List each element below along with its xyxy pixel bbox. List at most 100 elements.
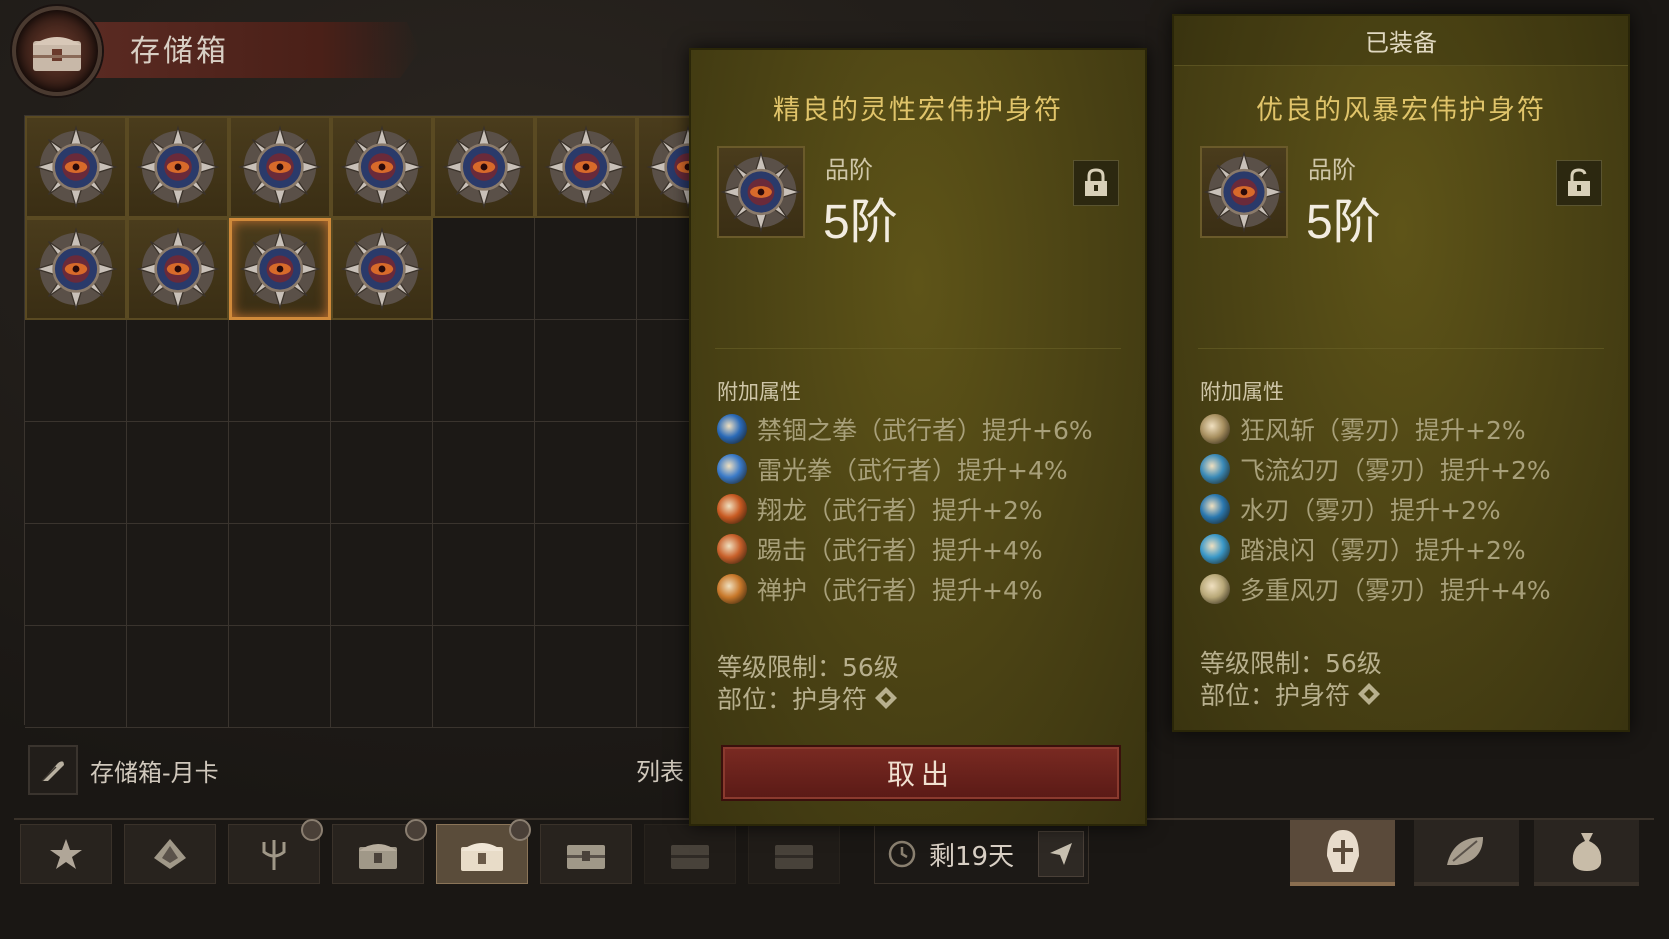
storage-slot[interactable] (433, 422, 535, 524)
gem-icon (154, 839, 186, 869)
storage-slot[interactable] (127, 116, 229, 218)
storage-slot[interactable] (433, 524, 535, 626)
tab-chest-4[interactable] (540, 824, 632, 884)
lock-icon (1085, 168, 1107, 196)
section-title: 附加属性 (1200, 380, 1284, 404)
storage-slot[interactable] (229, 524, 331, 626)
storage-slot[interactable] (535, 218, 637, 320)
tab-materials[interactable] (1414, 820, 1519, 886)
storage-slot[interactable] (331, 116, 433, 218)
grade-value: 5阶 (823, 196, 898, 249)
tab-gems[interactable] (124, 824, 216, 884)
storage-slot[interactable] (127, 626, 229, 728)
storage-slot[interactable] (433, 320, 535, 422)
tab-chest-active[interactable] (436, 819, 531, 884)
list-view-button[interactable]: 列表 (636, 752, 684, 787)
storage-slot[interactable] (433, 218, 535, 320)
send-button[interactable] (1038, 831, 1084, 877)
attribute-row: 雷光拳（武行者）提升+4% (717, 452, 1068, 486)
storage-header: 存储箱 (12, 6, 432, 96)
storage-slot[interactable] (331, 626, 433, 728)
item-icon-frame (1200, 146, 1288, 238)
flow-blade-icon (1200, 454, 1230, 484)
tab-chest-locked-1[interactable] (644, 824, 736, 884)
storage-slot[interactable] (331, 320, 433, 422)
level-requirement: 等级限制：56级 (1200, 649, 1382, 678)
storage-slot[interactable] (25, 422, 127, 524)
amulet-icon (239, 228, 321, 310)
divider (1198, 348, 1604, 349)
storage-slot[interactable] (229, 422, 331, 524)
storage-slot[interactable] (127, 218, 229, 320)
lock-button[interactable] (1073, 160, 1119, 206)
attribute-row: 踏浪闪（雾刃）提升+2% (1200, 532, 1526, 566)
storage-slot[interactable] (229, 116, 331, 218)
amulet-icon (340, 125, 424, 209)
lightning-fist-icon (717, 454, 747, 484)
tab-chest-locked-2[interactable] (748, 824, 840, 884)
attribute-row: 禁锢之拳（武行者）提升+6% (717, 412, 1093, 446)
storage-slot[interactable] (25, 218, 127, 320)
storage-grid (24, 115, 739, 728)
attribute-text: 多重风刃（雾刃）提升+4% (1240, 576, 1551, 605)
amulet-slot-icon (875, 687, 898, 709)
bag-icon (1572, 833, 1601, 871)
equipped-header: 已装备 (1174, 16, 1628, 66)
amulet-icon (442, 125, 526, 209)
tab-chest-2[interactable] (332, 819, 427, 884)
storage-slot[interactable] (229, 626, 331, 728)
clock-icon (509, 819, 531, 841)
storage-slot[interactable] (535, 422, 637, 524)
storage-slot[interactable] (25, 320, 127, 422)
storage-slot[interactable] (433, 116, 535, 218)
slot-info: 部位：护身符 (717, 680, 899, 716)
tab-bag[interactable] (1534, 820, 1639, 886)
storage-slot[interactable] (433, 626, 535, 728)
storage-slot[interactable] (127, 524, 229, 626)
storage-slot[interactable] (25, 524, 127, 626)
attribute-text: 禁锢之拳（武行者）提升+6% (757, 416, 1093, 445)
storage-slot[interactable] (331, 524, 433, 626)
storage-slot[interactable] (25, 116, 127, 218)
amulet-icon (34, 227, 118, 311)
equipped-item-name: 优良的风暴宏伟护身符 (1256, 95, 1546, 126)
storage-footer: 存储箱-月卡 (28, 745, 219, 795)
chest-icon (567, 845, 605, 869)
amulet-icon (340, 227, 424, 311)
grade-value: 5阶 (1306, 196, 1381, 249)
storage-slot[interactable] (25, 626, 127, 728)
take-out-button[interactable]: 取出 (721, 745, 1121, 801)
star-icon (50, 839, 82, 869)
storage-slot[interactable] (127, 422, 229, 524)
gale-slash-icon (1200, 414, 1230, 444)
chest-icon (359, 844, 397, 869)
rename-button[interactable] (28, 745, 78, 795)
feather-icon (41, 761, 64, 782)
storage-slot[interactable] (229, 320, 331, 422)
storage-slot[interactable] (127, 320, 229, 422)
unlock-button[interactable] (1556, 160, 1602, 206)
tab-favorites[interactable] (20, 824, 112, 884)
amulet-slot-icon (1358, 683, 1381, 705)
chest-icon (461, 843, 503, 871)
storage-slot[interactable] (331, 218, 433, 320)
storage-slot[interactable] (229, 218, 331, 320)
storage-slot[interactable] (535, 524, 637, 626)
chest-icon (12, 6, 102, 96)
amulet-icon (34, 125, 118, 209)
tab-trident[interactable] (228, 819, 323, 884)
attribute-text: 翔龙（武行者）提升+2% (757, 496, 1043, 525)
wave-step-icon (1200, 534, 1230, 564)
attribute-row: 狂风斩（雾刃）提升+2% (1200, 412, 1526, 446)
storage-slot[interactable] (535, 626, 637, 728)
storage-slot[interactable] (331, 422, 433, 524)
storage-slot[interactable] (535, 320, 637, 422)
attribute-row: 禅护（武行者）提升+4% (717, 572, 1043, 606)
water-blade-icon (1200, 494, 1230, 524)
tab-equipment[interactable] (1290, 820, 1395, 886)
storage-slot[interactable] (535, 116, 637, 218)
item-name: 精良的灵性宏伟护身符 (773, 95, 1063, 126)
trident-icon (262, 840, 286, 870)
grade-label: 品阶 (1308, 156, 1356, 184)
clock-icon (405, 819, 427, 841)
